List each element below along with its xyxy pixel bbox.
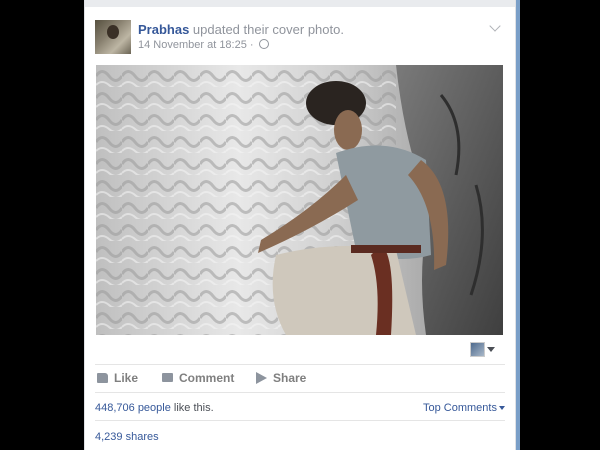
share-button[interactable]: Share bbox=[256, 371, 306, 385]
comment-icon bbox=[162, 373, 173, 383]
divider bbox=[95, 364, 505, 365]
likes-suffix: like this. bbox=[170, 402, 214, 414]
tag-avatar[interactable] bbox=[470, 342, 485, 357]
comment-button[interactable]: Comment bbox=[162, 371, 234, 385]
shares-count-link[interactable]: 4,239 shares bbox=[95, 431, 159, 443]
share-icon bbox=[256, 371, 267, 384]
share-label: Share bbox=[273, 371, 307, 385]
globe-icon[interactable] bbox=[258, 39, 269, 50]
author-name-link[interactable]: Prabhas bbox=[138, 22, 189, 37]
feed-separator bbox=[85, 0, 515, 7]
like-label: Like bbox=[114, 371, 139, 385]
likes-count-link[interactable]: 448,706 people bbox=[95, 402, 171, 414]
divider bbox=[95, 392, 505, 393]
cover-photo[interactable] bbox=[96, 65, 503, 335]
divider bbox=[95, 420, 505, 421]
like-button[interactable]: Like bbox=[97, 371, 138, 385]
likes-summary: 448,706 people like this. bbox=[95, 402, 214, 414]
top-comments-label: Top Comments bbox=[423, 402, 497, 414]
post-action-text: updated their cover photo. bbox=[189, 22, 344, 37]
post-card: Prabhas updated their cover photo. 14 No… bbox=[84, 0, 516, 450]
caret-down-icon[interactable] bbox=[487, 347, 495, 352]
post-meta: 14 November at 18:25 · bbox=[138, 39, 269, 51]
cover-photo-image bbox=[96, 65, 503, 335]
thumbs-up-icon bbox=[97, 372, 108, 383]
post-timestamp[interactable]: 14 November at 18:25 · bbox=[138, 39, 254, 51]
author-avatar[interactable] bbox=[95, 20, 131, 54]
caret-down-icon bbox=[498, 406, 505, 411]
post-header: Prabhas updated their cover photo. bbox=[138, 22, 344, 37]
chevron-down-icon[interactable] bbox=[489, 20, 501, 32]
top-comments-dropdown[interactable]: Top Comments bbox=[423, 402, 505, 414]
comment-label: Comment bbox=[179, 371, 235, 385]
